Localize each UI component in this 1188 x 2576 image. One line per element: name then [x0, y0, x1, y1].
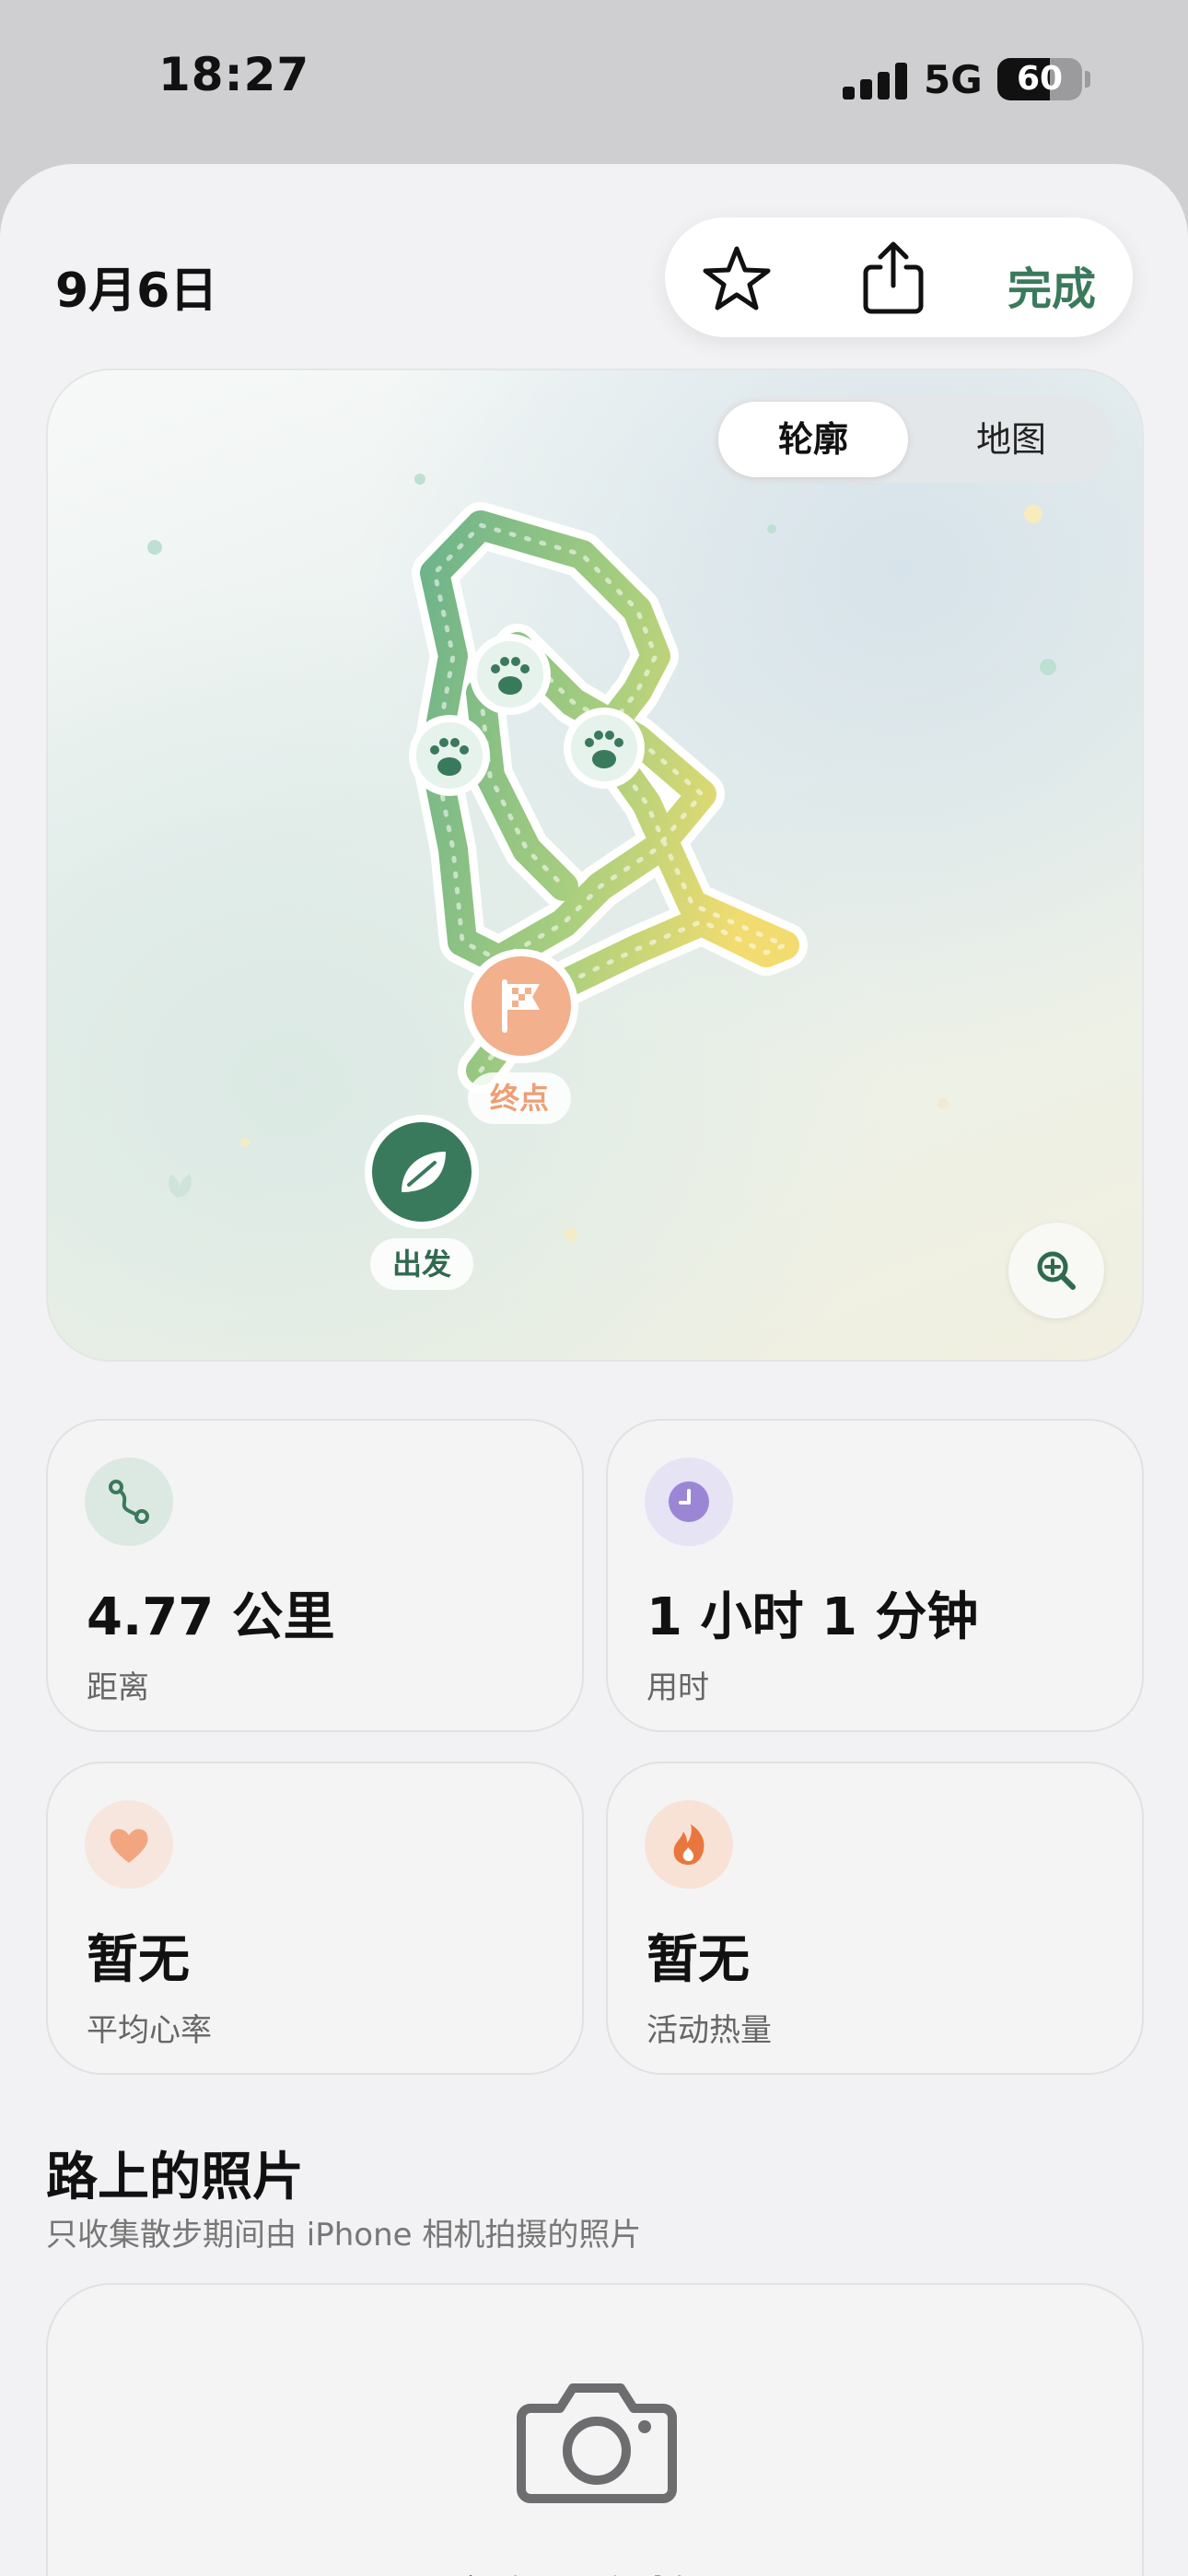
paw-marker [409, 715, 490, 796]
clock-icon [645, 1458, 733, 1546]
stat-value: 4.77 公里 [87, 1587, 335, 1647]
route-outline [147, 474, 1056, 1241]
share-icon [863, 241, 924, 314]
zoom-in-icon [1037, 1251, 1076, 1290]
toolbar: 完成 [665, 217, 1133, 337]
start-label: 出发 [370, 1238, 473, 1290]
walk-date: 9月6日 [55, 263, 218, 319]
photos-title: 路上的照片 [46, 2148, 304, 2207]
stat-label: 距离 [87, 1669, 149, 1706]
done-button[interactable]: 完成 [1007, 252, 1096, 317]
battery-icon: 60 [997, 58, 1082, 100]
zoom-button[interactable] [1008, 1223, 1104, 1318]
route-map-card: 终点 出发 轮廓 地图 [46, 369, 1144, 1362]
end-label: 终点 [468, 1072, 571, 1124]
stat-calories: 暂无 活动热量 [606, 1762, 1144, 2075]
battery-level: 60 [1016, 60, 1064, 98]
tab-map[interactable]: 地图 [914, 402, 1109, 477]
paw-marker [564, 708, 645, 789]
photos-card: 这次没有拍照 [46, 2283, 1144, 2576]
network-type: 5G [924, 57, 983, 102]
photos-empty-text: 这次没有拍照 [48, 2561, 1142, 2576]
walk-detail-sheet: 9月6日 完成 终点 出发 轮廓 地图 4.77 公里 距离 1 小时 1 分钟… [0, 164, 1188, 2576]
tab-outline[interactable]: 轮廓 [718, 402, 908, 477]
stat-value: 暂无 [646, 1930, 750, 1990]
stat-heart-rate: 暂无 平均心率 [46, 1762, 584, 2075]
stat-distance: 4.77 公里 距离 [46, 1419, 584, 1732]
heart-icon [85, 1800, 173, 1889]
stat-duration: 1 小时 1 分钟 用时 [606, 1419, 1144, 1732]
end-pin[interactable] [464, 949, 578, 1063]
stat-value: 暂无 [87, 1930, 190, 1990]
view-mode-toggle: 轮廓 地图 [713, 396, 1114, 483]
paw-marker [470, 634, 551, 715]
photos-subtitle: 只收集散步期间由 iPhone 相机拍摄的照片 [46, 2217, 642, 2254]
stat-value: 1 小时 1 分钟 [646, 1587, 979, 1647]
status-bar: 18:27 5G 60 [0, 0, 1188, 164]
stat-label: 用时 [646, 1669, 709, 1706]
route-icon [85, 1458, 173, 1546]
flame-icon [645, 1800, 733, 1889]
signal-icon [843, 63, 907, 100]
camera-icon [516, 2377, 678, 2510]
star-icon [703, 246, 771, 310]
status-time: 18:27 [158, 48, 310, 101]
favorite-button[interactable] [702, 243, 772, 313]
battery-tip [1085, 71, 1090, 88]
stat-label: 活动热量 [646, 2012, 772, 2049]
share-button[interactable] [858, 240, 928, 315]
start-pin[interactable] [365, 1115, 479, 1229]
stat-label: 平均心率 [87, 2012, 212, 2049]
